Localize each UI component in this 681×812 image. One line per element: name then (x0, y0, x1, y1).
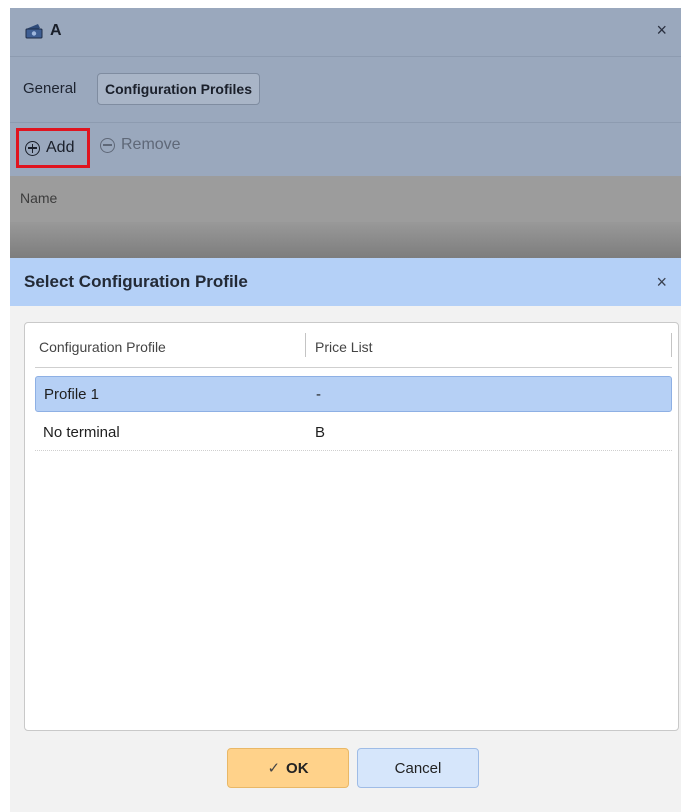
window-title: A (50, 22, 62, 39)
add-label: Add (46, 139, 75, 156)
minus-circle-icon (100, 137, 115, 153)
column-header-configuration-profile[interactable]: Configuration Profile (39, 339, 166, 355)
ok-label: OK (286, 759, 309, 777)
cell-configuration-profile: Profile 1 (44, 386, 100, 403)
dialog-header: Select Configuration Profile × (10, 258, 681, 306)
cancel-label: Cancel (394, 759, 442, 777)
plus-circle-icon (25, 140, 40, 156)
grid-header: Name (10, 176, 681, 223)
cancel-button[interactable]: Cancel (357, 748, 479, 788)
select-configuration-profile-dialog: Select Configuration Profile × Configura… (10, 258, 681, 812)
tab-bar: General Configuration Profiles (10, 56, 681, 123)
remove-label: Remove (121, 136, 181, 153)
ok-button[interactable]: ✓ OK (227, 748, 349, 788)
remove-button[interactable]: Remove (100, 136, 181, 154)
tab-configuration-profiles[interactable]: Configuration Profiles (97, 73, 260, 105)
column-header-price-list[interactable]: Price List (315, 339, 373, 355)
cell-configuration-profile: No terminal (43, 424, 120, 441)
close-icon[interactable]: × (656, 20, 667, 41)
check-icon: ✓ (267, 760, 281, 777)
add-button[interactable]: Add (16, 128, 90, 168)
table-row[interactable]: No terminal B (35, 415, 672, 451)
column-header-name[interactable]: Name (20, 190, 57, 206)
column-divider[interactable] (305, 333, 306, 357)
tab-general[interactable]: General (17, 73, 82, 105)
cell-price-list: B (315, 424, 326, 441)
ticket-icon (24, 22, 44, 40)
window-titlebar: A × (10, 8, 681, 56)
cell-price-list: - (316, 386, 321, 403)
profile-table: Configuration Profile Price List Profile… (24, 322, 679, 731)
column-divider[interactable] (671, 333, 672, 357)
table-header: Configuration Profile Price List (35, 323, 672, 368)
table-row[interactable]: Profile 1 - (35, 376, 672, 412)
close-icon[interactable]: × (656, 272, 667, 293)
dialog-title: Select Configuration Profile (24, 272, 248, 291)
toolbar: Add Remove (10, 122, 681, 177)
